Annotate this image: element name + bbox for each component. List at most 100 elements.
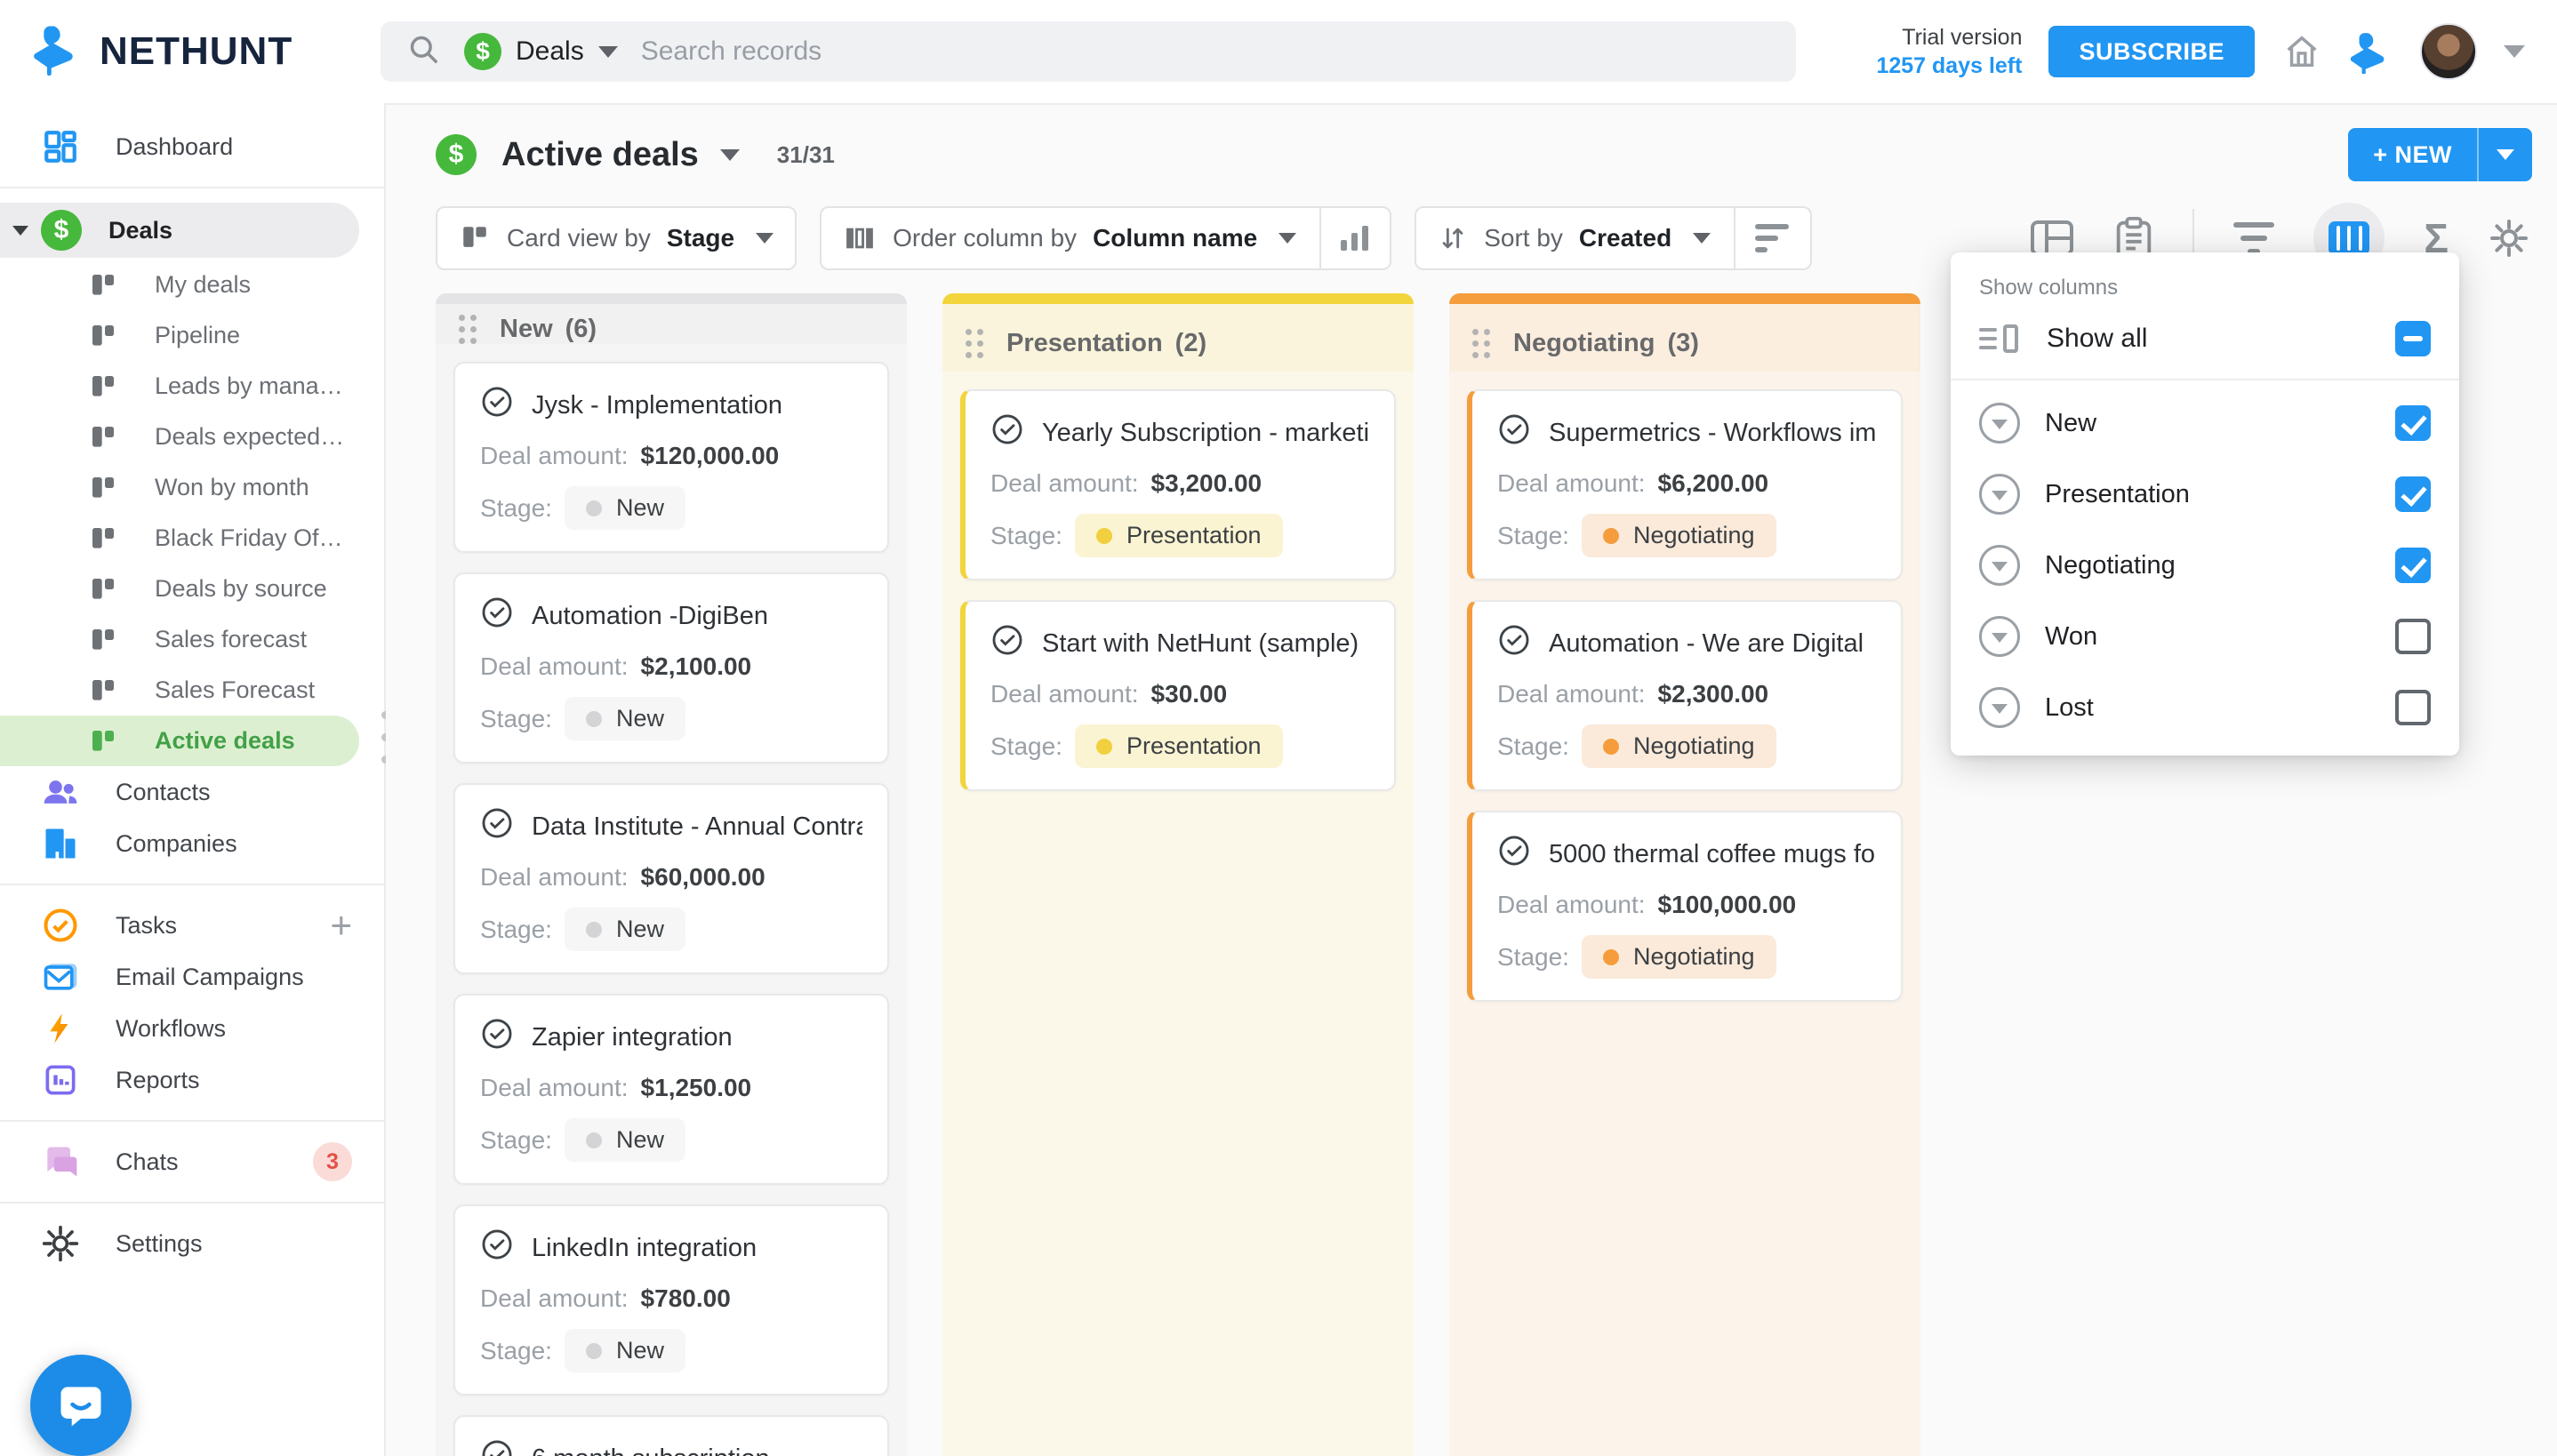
deal-card[interactable]: 6 month subscription Deal amount:$1,500.… [453,1415,889,1456]
deal-card[interactable]: Yearly Subscription - marketing t… Deal … [960,389,1396,580]
deal-card[interactable]: Jysk - Implementation Deal amount: $120,0… [453,362,889,553]
circle-caret-icon[interactable] [1979,474,2020,515]
global-search-bar[interactable]: $ Deals [381,21,1796,82]
sidebar-item-pipeline[interactable]: Pipeline [0,310,384,361]
circle-caret-icon[interactable] [1979,545,2020,586]
sidebar-item-leads-by-mana[interactable]: Leads by mana… [0,361,384,412]
check-circle-icon[interactable] [480,1438,514,1456]
check-circle-icon[interactable] [1497,623,1531,664]
deal-card[interactable]: Zapier integration Deal amount: $1,250.00… [453,994,889,1185]
chat-bubble-icon [60,1387,101,1427]
deal-amount-label: Deal amount: [1497,680,1646,708]
check-circle-icon[interactable] [1497,834,1531,875]
sidebar-item-dashboard[interactable]: Dashboard [0,121,384,172]
search-input[interactable] [640,36,1769,67]
column-toggle-checkbox[interactable] [2395,690,2431,725]
drag-handle-icon[interactable] [966,328,983,358]
kanban-view-icon [82,271,124,300]
sidebar-item-companies[interactable]: Companies [0,818,384,869]
sidebar-item-label: Deals expected… [155,423,345,450]
check-circle-icon[interactable] [480,1228,514,1268]
check-circle-icon[interactable] [990,623,1024,664]
filter-button[interactable] [2233,222,2275,254]
deal-card[interactable]: Supermetrics - Workflows imple… Deal amo… [1467,389,1903,580]
sidebar-group-deals[interactable]: $ Deals [0,203,359,258]
drag-handle-icon[interactable] [459,315,477,344]
view-switcher-caret-icon[interactable] [719,148,740,161]
board-settings-button[interactable] [2488,217,2530,260]
sort-direction-button[interactable] [1734,208,1790,268]
new-record-caret[interactable] [2477,128,2532,181]
check-circle-icon[interactable] [480,806,514,847]
column-toggle-row-new[interactable]: New [1951,388,2459,459]
drag-handle-icon[interactable] [1472,328,1490,358]
sidebar-item-reports[interactable]: Reports [0,1054,384,1106]
column-toggle-checkbox[interactable] [2395,619,2431,654]
chevron-down-icon[interactable] [12,225,28,236]
deal-card[interactable]: 5000 thermal coffee mugs for N… Deal amo… [1467,811,1903,1002]
show-all-row[interactable]: Show all [1951,306,2459,372]
user-avatar[interactable] [2420,23,2477,80]
column-toggle-checkbox[interactable] [2395,405,2431,441]
sidebar-item-active-deals[interactable]: Active deals [0,716,359,766]
deal-card[interactable]: Start with NetHunt (sample) Deal amount:… [960,600,1396,791]
sort-by-label: Sort by [1484,224,1563,252]
circle-caret-icon[interactable] [1979,687,2020,728]
sidebar-item-black-friday-of[interactable]: Black Friday Of… [0,513,384,564]
sidebar-item-won-by-month[interactable]: Won by month [0,462,384,513]
sidebar-item-deals-by-source[interactable]: Deals by source [0,564,384,614]
logo-text: NetHunt [100,29,293,73]
stage-badge: Presentation [1074,514,1283,557]
sidebar-item-my-deals[interactable]: My deals [0,260,384,310]
order-column-by-button[interactable]: Order column by Column name [820,206,1392,270]
sidebar-item-contacts[interactable]: Contacts [0,766,384,818]
chat-launcher-button[interactable] [30,1355,132,1456]
home-button[interactable] [2281,31,2322,72]
deal-card[interactable]: Data Institute - Annual Contract Deal am… [453,783,889,974]
sort-by-button[interactable]: Sort by Created [1415,206,1813,270]
settings-gear-icon [39,1224,82,1263]
kanban-view-icon [463,227,486,247]
sidebar-item-settings[interactable]: Settings [0,1218,384,1269]
check-circle-icon[interactable] [990,412,1024,453]
check-circle-icon[interactable] [1497,412,1531,453]
column-toggle-row-negotiating[interactable]: Negotiating [1951,530,2459,601]
kanban-column-header[interactable]: Negotiating (3) [1449,293,1920,372]
nethunt-logo[interactable]: NetHunt [32,24,381,80]
sidebar-item-tasks[interactable]: Tasks + [0,900,384,951]
new-record-label[interactable]: + NEW [2348,128,2477,181]
sidebar-item-sales-forecast[interactable]: Sales forecast [0,614,384,665]
deal-card[interactable]: Automation -DigiBen Deal amount: $2,100.0… [453,572,889,764]
circle-caret-icon[interactable] [1979,616,2020,657]
circle-caret-icon[interactable] [1979,403,2020,444]
sidebar-item-workflows[interactable]: Workflows [0,1003,384,1054]
column-toggle-checkbox[interactable] [2395,476,2431,512]
order-direction-button[interactable] [1319,208,1369,268]
new-record-button[interactable]: + NEW [2348,128,2532,181]
filter-icon [2233,222,2275,254]
column-toggle-row-won[interactable]: Won [1951,601,2459,672]
deal-card[interactable]: LinkedIn integration Deal amount: $780.00… [453,1204,889,1396]
column-toggle-row-presentation[interactable]: Presentation [1951,459,2459,530]
add-task-button[interactable]: + [330,907,352,944]
search-entity-chip[interactable]: $ Deals [464,33,618,70]
check-circle-icon[interactable] [480,1017,514,1058]
divider [0,187,384,188]
nethunt-apps-button[interactable] [2349,29,2393,74]
deal-card[interactable]: Automation - We are Digital Deal amount:… [1467,600,1903,791]
kanban-column-header[interactable]: Presentation (2) [942,293,1414,372]
account-menu-caret-icon[interactable] [2504,45,2525,58]
check-circle-icon[interactable] [480,385,514,426]
column-toggle-checkbox[interactable] [2395,548,2431,583]
column-toggle-row-lost[interactable]: Lost [1951,672,2459,743]
show-all-checkbox[interactable] [2395,321,2431,356]
sidebar-item-deals-expected[interactable]: Deals expected… [0,412,384,462]
kanban-column-header[interactable]: New (6) [436,293,907,344]
sidebar-item-sales-forecast[interactable]: Sales Forecast [0,665,384,716]
kanban-column-new: New (6) Jysk - Implementation Deal amount… [436,293,907,1456]
subscribe-button[interactable]: SUBSCRIBE [2048,26,2255,77]
sidebar-item-chats[interactable]: Chats 3 [0,1136,384,1188]
check-circle-icon[interactable] [480,596,514,636]
card-view-by-button[interactable]: Card view by Stage [436,206,798,270]
sidebar-item-email-campaigns[interactable]: Email Campaigns [0,951,384,1003]
